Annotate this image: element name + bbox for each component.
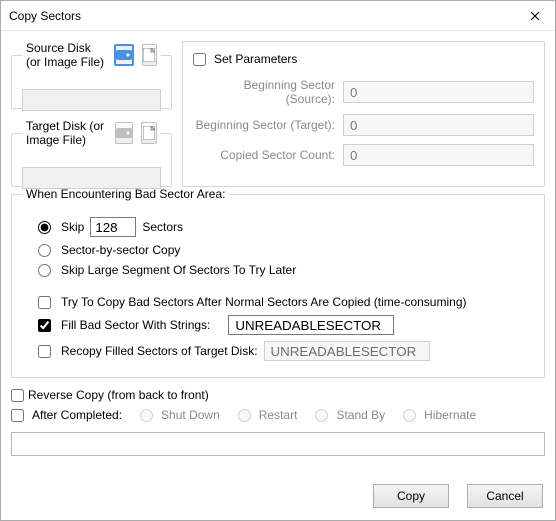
- titlebar: Copy Sectors: [1, 1, 555, 31]
- skip-label-before: Skip: [61, 220, 84, 234]
- recopy-checkbox[interactable]: [38, 345, 51, 358]
- skip-label-after: Sectors: [142, 220, 183, 234]
- param-count-input: [343, 144, 534, 166]
- param-begin-source-label: Beginning Sector (Source):: [193, 78, 343, 106]
- disk-icon: [116, 128, 132, 138]
- after-standby-label: Stand By: [336, 408, 385, 422]
- source-file-button[interactable]: [142, 44, 157, 66]
- set-parameters-label: Set Parameters: [214, 52, 297, 66]
- param-begin-target-input: [343, 114, 534, 136]
- bad-sector-group: When Encountering Bad Sector Area: Skip …: [11, 187, 545, 378]
- target-file-button[interactable]: [141, 122, 157, 144]
- after-shutdown-radio: [140, 409, 153, 422]
- source-label: Source Disk (or Image File): [26, 41, 106, 69]
- source-disk-button[interactable]: [114, 44, 134, 66]
- try-copy-checkbox[interactable]: [38, 296, 51, 309]
- source-legend: Source Disk (or Image File): [22, 41, 161, 69]
- after-completed-label: After Completed:: [32, 408, 122, 422]
- after-hibernate-radio: [403, 409, 416, 422]
- reverse-copy-checkbox[interactable]: [11, 389, 24, 402]
- target-path-field: [22, 167, 161, 189]
- param-count-label: Copied Sector Count:: [193, 148, 343, 162]
- after-completed-checkbox[interactable]: [11, 409, 24, 422]
- parameters-group: Set Parameters Beginning Sector (Source)…: [182, 41, 545, 187]
- fill-string-checkbox[interactable]: [38, 319, 51, 332]
- recopy-input: [264, 341, 430, 361]
- dialog-body: Source Disk (or Image File) Target Disk …: [1, 31, 555, 520]
- after-standby-radio: [315, 409, 328, 422]
- cancel-button[interactable]: Cancel: [467, 484, 543, 508]
- file-icon: [143, 126, 155, 140]
- skip-radio[interactable]: [38, 221, 51, 234]
- close-button[interactable]: [515, 1, 555, 31]
- skip-large-radio[interactable]: [38, 264, 51, 277]
- param-begin-target-label: Beginning Sector (Target):: [193, 118, 343, 132]
- fill-string-input[interactable]: [228, 315, 394, 335]
- fill-string-label: Fill Bad Sector With Strings:: [61, 318, 210, 332]
- target-group: Target Disk (or Image File): [11, 119, 172, 187]
- after-hibernate-label: Hibernate: [424, 408, 476, 422]
- source-path-field: [22, 89, 161, 111]
- after-shutdown-label: Shut Down: [161, 408, 220, 422]
- after-restart-label: Restart: [259, 408, 298, 422]
- sector-by-sector-label: Sector-by-sector Copy: [61, 243, 180, 257]
- window: Copy Sectors Source Disk (or Image File): [0, 0, 556, 521]
- recopy-label: Recopy Filled Sectors of Target Disk:: [61, 344, 258, 358]
- target-disk-button[interactable]: [115, 122, 133, 144]
- bad-sector-legend: When Encountering Bad Sector Area:: [22, 187, 229, 201]
- try-copy-label: Try To Copy Bad Sectors After Normal Sec…: [61, 295, 467, 309]
- target-label: Target Disk (or Image File): [26, 119, 107, 147]
- file-icon: [143, 48, 155, 62]
- disk-icon: [116, 50, 132, 60]
- after-restart-radio: [238, 409, 251, 422]
- sector-by-sector-radio[interactable]: [38, 244, 51, 257]
- source-group: Source Disk (or Image File): [11, 41, 172, 109]
- skip-count-input[interactable]: [90, 217, 136, 237]
- skip-large-label: Skip Large Segment Of Sectors To Try Lat…: [61, 263, 296, 277]
- param-begin-source-input: [343, 81, 534, 103]
- target-legend: Target Disk (or Image File): [22, 119, 161, 147]
- close-icon: [530, 11, 540, 21]
- status-box: [11, 432, 545, 456]
- reverse-copy-label: Reverse Copy (from back to front): [28, 388, 209, 402]
- window-title: Copy Sectors: [9, 9, 515, 23]
- copy-button[interactable]: Copy: [373, 484, 449, 508]
- set-parameters-checkbox[interactable]: [193, 53, 206, 66]
